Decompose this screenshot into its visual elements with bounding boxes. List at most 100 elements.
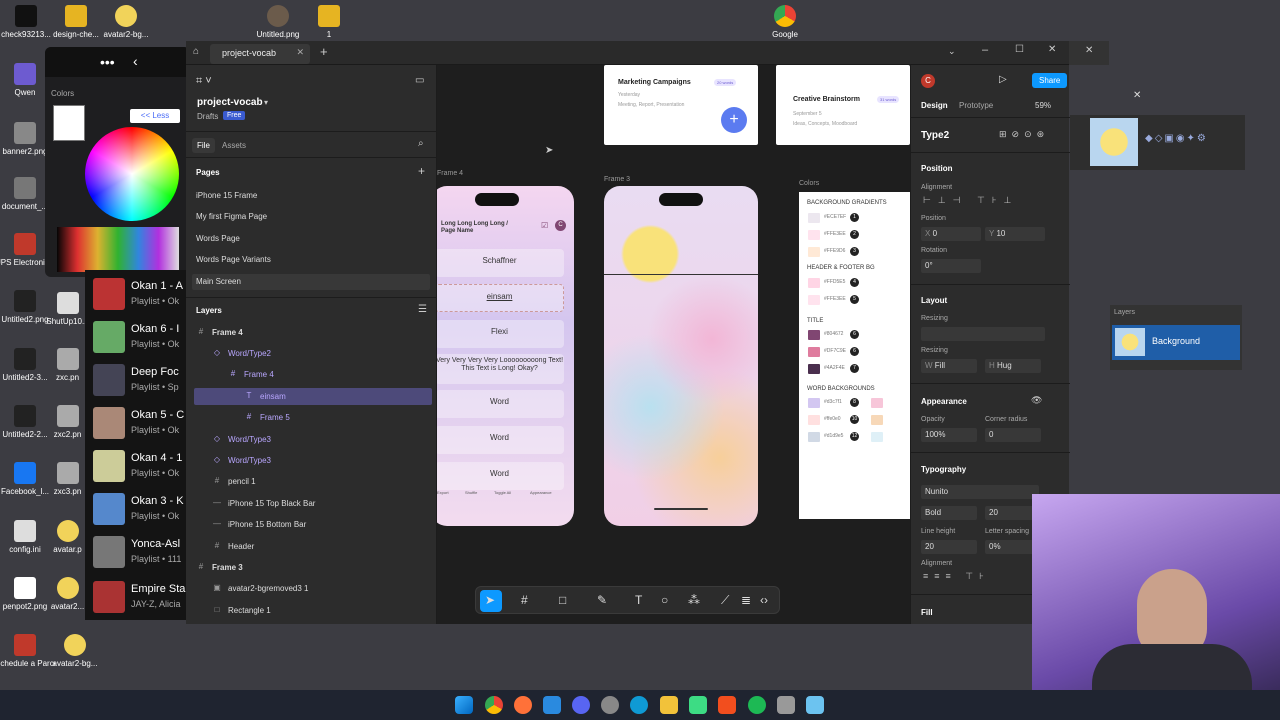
figma-menu-icon[interactable]: ⌗ ˅ <box>196 75 212 88</box>
layer-row[interactable]: # Frame 4 <box>194 324 432 341</box>
width-select[interactable]: W Fill <box>921 359 977 373</box>
dev-mode-icon[interactable]: ≣ <box>741 593 751 607</box>
list-item[interactable]: Okan 3 - K Playlist • Ok <box>93 489 193 529</box>
chrome-icon[interactable] <box>485 696 503 714</box>
list-item[interactable]: Okan 1 - A Playlist • Ok <box>93 274 193 314</box>
tool-icons[interactable]: ◆◇▣◉✦⚙ <box>1145 133 1208 144</box>
thumbnail[interactable] <box>1090 118 1138 166</box>
avatar[interactable]: C <box>555 220 566 231</box>
discord-icon[interactable] <box>572 696 590 714</box>
y-field[interactable]: Y 10 <box>985 227 1045 241</box>
list-item[interactable]: Okan 4 - 1 Playlist • Ok <box>93 446 193 486</box>
color-swatch[interactable] <box>871 398 883 408</box>
phone-frame-4[interactable]: Long Long Long Long / Page Name ☑ C Scha… <box>437 186 574 526</box>
layer-row[interactable]: □ Rectangle 1 <box>194 602 432 619</box>
less-button[interactable]: << Less <box>130 109 180 123</box>
alignment-icons[interactable]: ⊢⊥⊣ ⊤⊦⊥ <box>923 195 1018 206</box>
page-item-active[interactable]: Main Screen <box>196 277 241 286</box>
font-weight-select[interactable]: Bold <box>921 506 977 520</box>
list-item[interactable]: Deep Foc Playlist • Sp <box>93 360 193 400</box>
component-actions-icons[interactable]: ⊞⊘⊙⊛ <box>999 129 1049 140</box>
text-align-icons[interactable]: ≡≡≡ ⊤⊦ <box>923 571 990 582</box>
play-icon[interactable]: ▷ <box>999 74 1007 85</box>
layer-row-selected[interactable]: Teinsam <box>194 388 432 405</box>
nav-export[interactable]: Export <box>437 490 449 495</box>
tab-file[interactable]: File <box>192 138 215 153</box>
page-item[interactable]: iPhone 15 Frame <box>196 191 257 200</box>
color-swatch[interactable] <box>871 415 883 425</box>
task-card[interactable]: Marketing Campaigns 20 words Yesterday M… <box>604 65 758 145</box>
figma-icon[interactable] <box>718 696 736 714</box>
resizing-toggle[interactable] <box>921 327 1045 341</box>
tab-design[interactable]: Design <box>921 101 948 110</box>
color-swatch[interactable] <box>808 347 820 357</box>
windows-start-icon[interactable] <box>455 696 473 714</box>
phone-frame-3[interactable] <box>604 186 758 526</box>
page-item[interactable]: My first Figma Page <box>196 212 267 221</box>
nav-toggle-all[interactable]: Toggle All <box>494 490 511 495</box>
tab-assets[interactable]: Assets <box>222 141 246 150</box>
word-card[interactable]: Flexi <box>437 320 564 348</box>
checkbox-icon[interactable]: ☑ <box>541 221 548 230</box>
layer-row[interactable]: — iPhone 15 Top Black Bar <box>194 495 432 512</box>
font-family-select[interactable]: Nunito <box>921 485 1039 499</box>
layer-row[interactable]: # Header <box>194 538 432 555</box>
text-tool-icon[interactable]: T <box>635 593 642 607</box>
chevron-down-icon[interactable]: ⌄ <box>948 46 956 57</box>
chevron-down-icon[interactable]: ▾ <box>264 98 268 107</box>
edge-icon[interactable] <box>630 696 648 714</box>
x-field[interactable]: X 0 <box>921 227 981 241</box>
layers-list-icon[interactable]: ☰ <box>418 304 427 315</box>
word-card[interactable]: Word <box>437 426 564 454</box>
desktop-icon[interactable]: avatar.p <box>45 520 90 554</box>
page-item[interactable]: Words Page <box>196 234 240 243</box>
desktop-icon[interactable]: 1 <box>299 5 359 39</box>
list-item[interactable]: Okan 5 - C Playlist • Ok <box>93 403 193 443</box>
nav-shuffle[interactable]: Shuffle <box>465 490 477 495</box>
actions-tool-icon[interactable]: ⁂ <box>688 593 700 607</box>
close-icon[interactable]: ✕ <box>296 47 304 58</box>
tab-prototype[interactable]: Prototype <box>959 101 993 110</box>
sidebar-toggle-icon[interactable]: ▭ <box>415 75 424 86</box>
word-card[interactable]: Very Very Very Very Looooooooong Text! T… <box>437 354 564 384</box>
eye-icon[interactable]: 👁 <box>1031 395 1042 406</box>
zoom-level[interactable]: 59% <box>1035 101 1051 110</box>
layer-row[interactable]: — iPhone 15 Bottom Bar <box>194 516 432 533</box>
opacity-field[interactable]: 100% <box>921 428 977 442</box>
color-swatch[interactable] <box>871 432 883 442</box>
word-card[interactable]: Schaffner <box>437 249 564 277</box>
spotify-icon[interactable] <box>748 696 766 714</box>
layer-row[interactable]: # Frame 5 <box>194 409 432 426</box>
current-color-swatch[interactable] <box>53 105 85 141</box>
frame-tool-icon[interactable]: # <box>521 593 528 607</box>
line-height-field[interactable]: 20 <box>921 540 977 554</box>
selected-layer-name[interactable]: Type2 <box>921 130 949 141</box>
move-tool-icon[interactable]: ➤ <box>485 593 495 607</box>
desktop-icon[interactable]: avatar2... <box>45 577 90 611</box>
minimize-icon[interactable]: – <box>982 44 988 56</box>
color-swatch[interactable] <box>808 432 820 442</box>
desktop-icon[interactable]: zxc.pn <box>45 348 90 382</box>
layer-row[interactable]: # Frame 4 <box>194 366 432 383</box>
rotation-field[interactable]: 0° <box>921 259 981 273</box>
word-card[interactable]: Word <box>437 390 564 418</box>
maximize-icon[interactable]: ☐ <box>1015 44 1024 55</box>
file-explorer-icon[interactable] <box>660 696 678 714</box>
color-swatch[interactable] <box>808 247 820 257</box>
tab-project-vocab[interactable]: project-vocab ✕ <box>210 44 310 64</box>
list-item[interactable]: Yonca-Asl Playlist • 111 <box>93 532 193 572</box>
list-item[interactable]: Empire Sta JAY-Z, Alicia <box>93 577 193 617</box>
ai-tool-icon[interactable]: ⟋ <box>721 593 729 608</box>
canvas[interactable]: Marketing Campaigns 20 words Yesterday M… <box>437 65 910 624</box>
close-icon[interactable]: ✕ <box>1085 45 1093 56</box>
avatar[interactable]: C <box>921 74 935 88</box>
layer-row[interactable]: ◇ Word/Type3 <box>194 452 432 469</box>
settings-icon[interactable] <box>601 696 619 714</box>
desktop-icon[interactable]: zxc2.pn <box>45 405 90 439</box>
word-card-selected[interactable]: einsam <box>437 284 564 312</box>
desktop-icon[interactable]: avatar2-bg... <box>45 634 105 668</box>
layer-row-selected[interactable]: Background <box>1112 325 1240 360</box>
radius-field[interactable]: 0 <box>985 428 1041 442</box>
android-studio-icon[interactable] <box>689 696 707 714</box>
layer-row[interactable]: ◇ Word/Type2 <box>194 345 432 362</box>
